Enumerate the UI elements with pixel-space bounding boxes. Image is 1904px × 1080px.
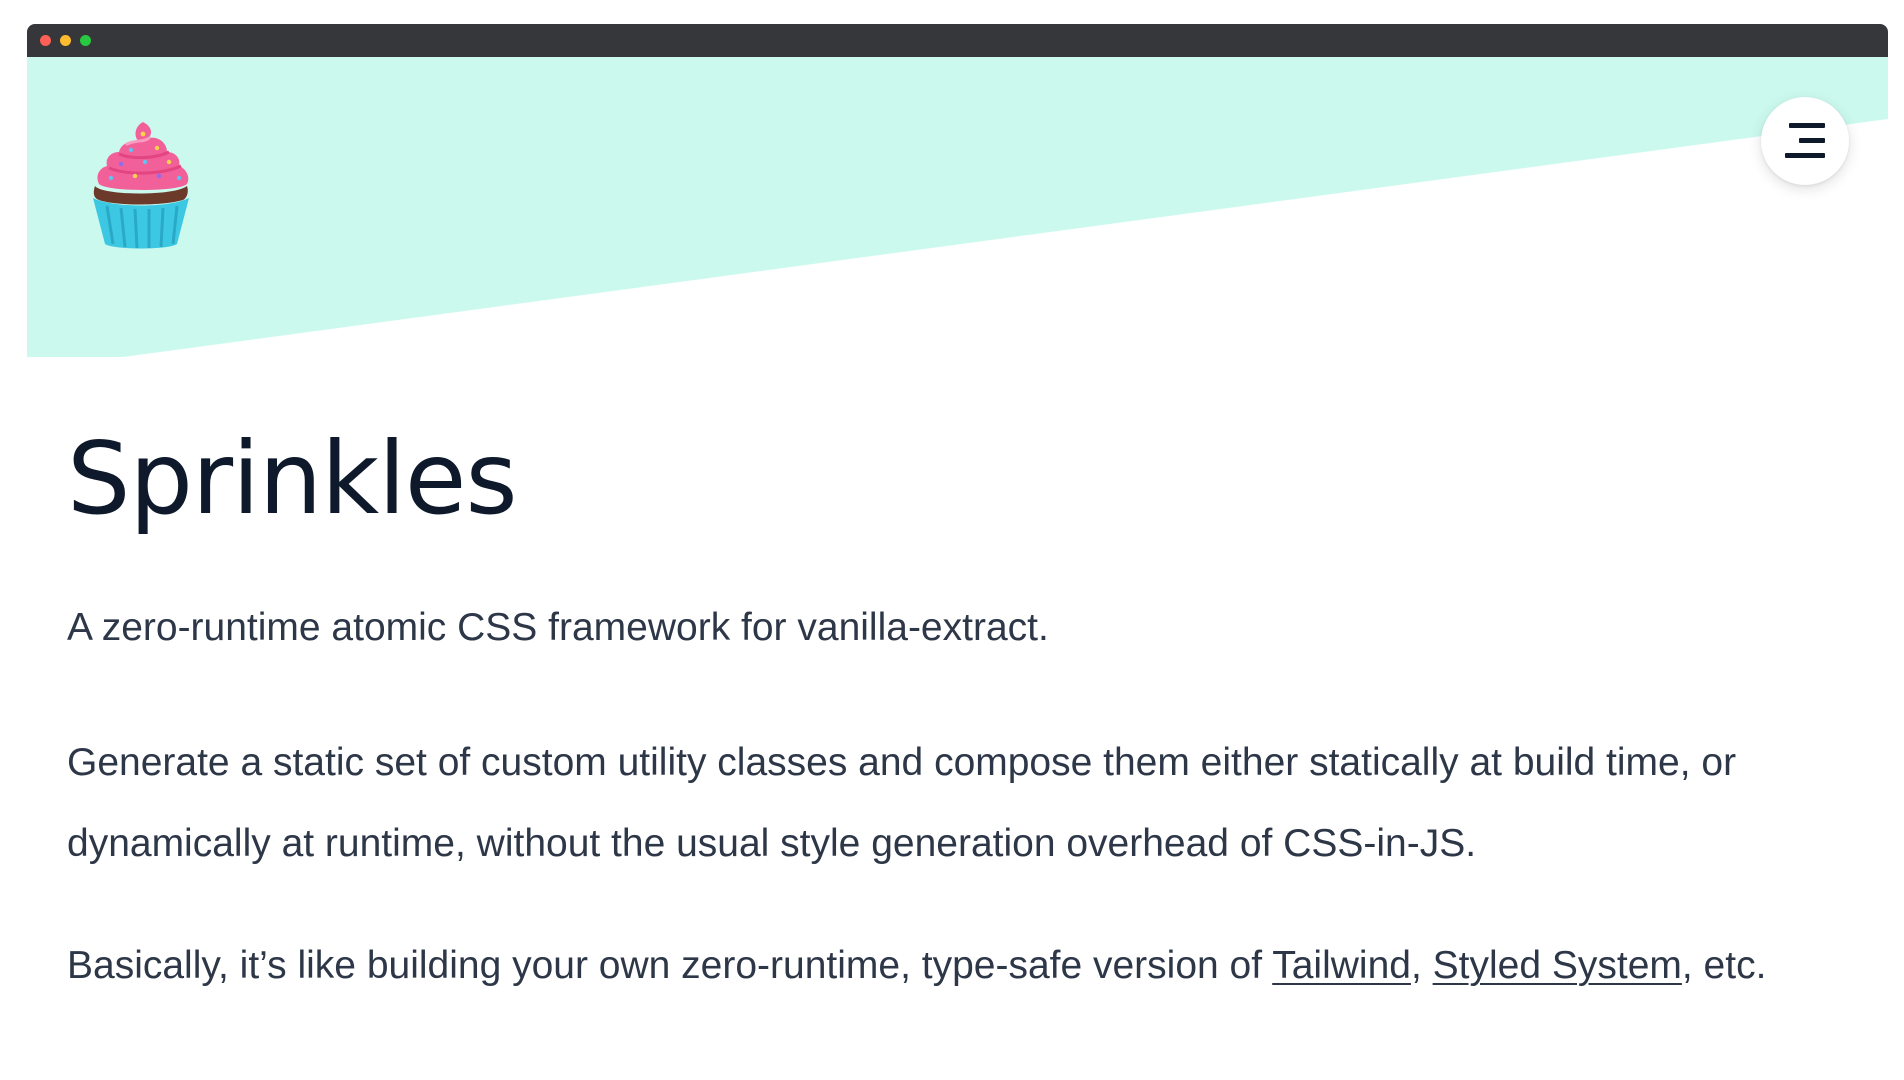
browser-window: Sprinkles A zero-runtime atomic CSS fram…	[27, 24, 1888, 1080]
main-content: Sprinkles A zero-runtime atomic CSS fram…	[67, 424, 1847, 990]
comparison-separator: ,	[1410, 944, 1433, 987]
description-paragraph: Generate a static set of custom utility …	[67, 741, 1737, 865]
page-title: Sprinkles	[67, 420, 518, 537]
cupcake-icon[interactable]	[83, 114, 195, 254]
hero-background	[27, 57, 1888, 357]
comparison-text-prefix: Basically, it’s like building your own z…	[67, 944, 1273, 987]
menu-icon	[1785, 123, 1825, 159]
close-window-button[interactable]	[40, 35, 51, 46]
styled-system-link[interactable]: Styled System	[1433, 944, 1682, 987]
tailwind-link[interactable]: Tailwind	[1272, 944, 1411, 987]
comparison-paragraph: Basically, it’s like building your own z…	[67, 942, 1847, 990]
tagline: A zero-runtime atomic CSS framework for …	[67, 606, 1049, 649]
comparison-text-suffix: , etc.	[1681, 944, 1767, 987]
menu-button[interactable]	[1761, 97, 1849, 185]
maximize-window-button[interactable]	[80, 35, 91, 46]
window-titlebar	[27, 24, 1888, 57]
minimize-window-button[interactable]	[60, 35, 71, 46]
